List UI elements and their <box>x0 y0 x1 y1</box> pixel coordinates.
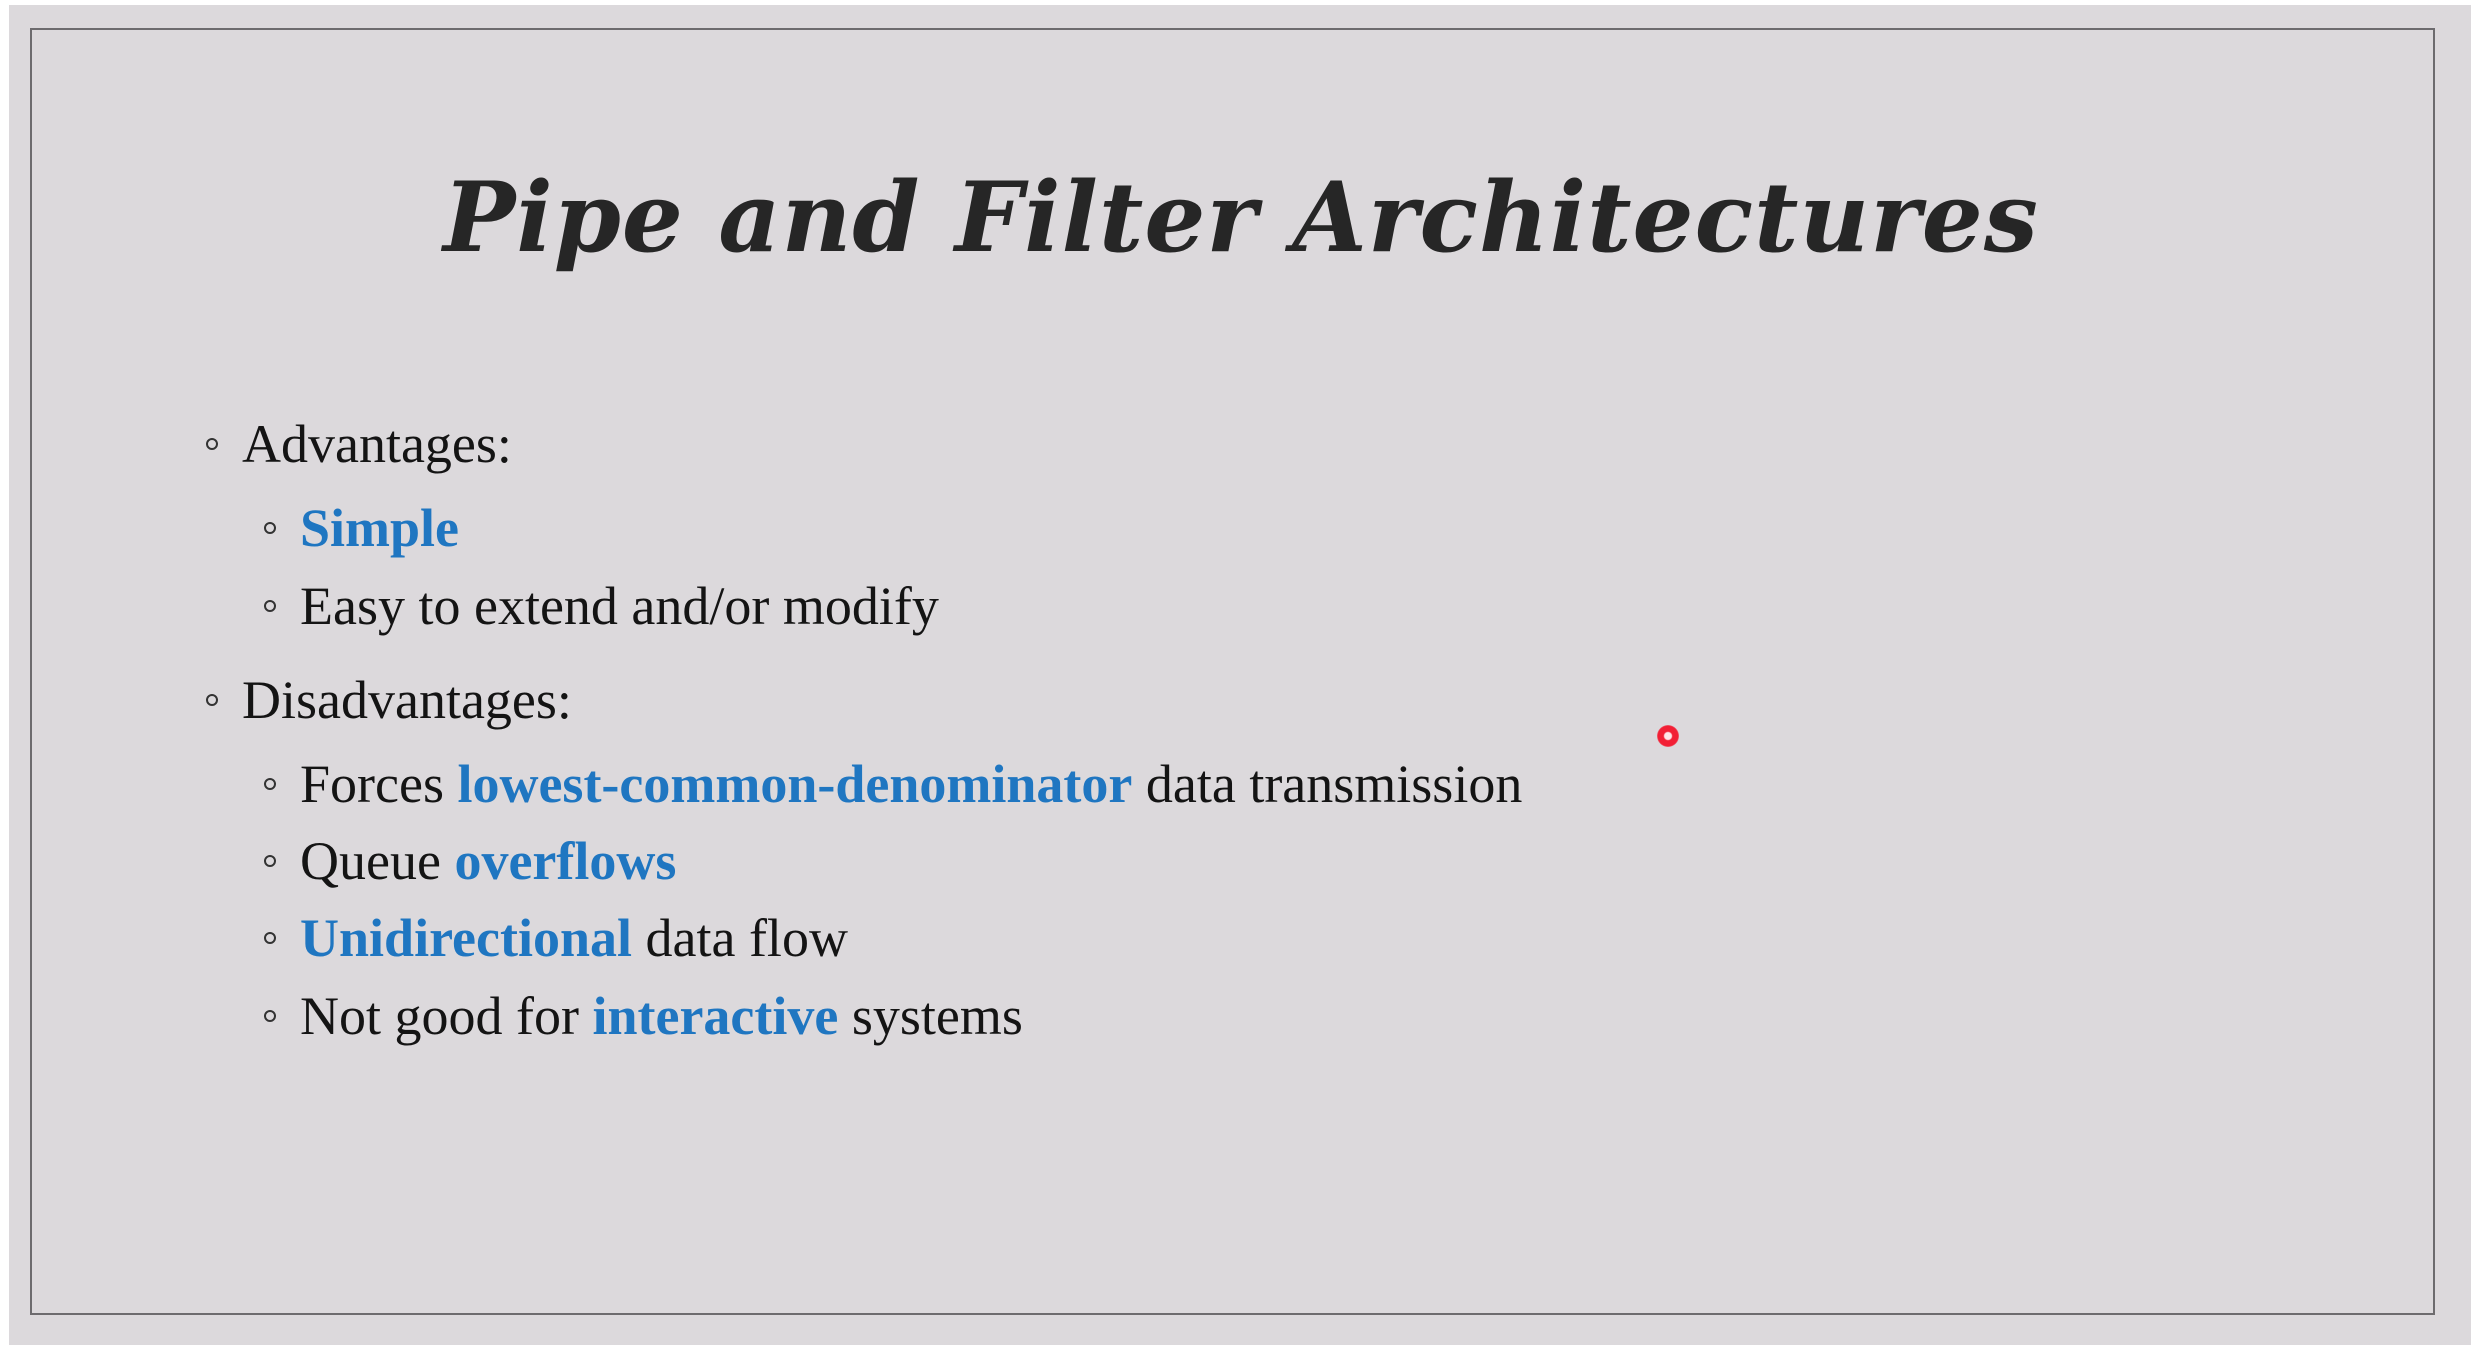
disadvantage-highlight: lowest-common-denominator <box>457 754 1133 814</box>
advantage-item-extend: Easy to extend and/or modify <box>264 574 939 638</box>
disadvantage-item-unidirectional: Unidirectional data flow <box>264 906 848 970</box>
disadvantage-item-queue-overflows: Queue overflows <box>264 829 677 893</box>
advantages-heading-text: Advantages: <box>242 414 512 474</box>
hollow-circle-bullet-icon <box>206 438 218 450</box>
hollow-circle-bullet-icon <box>206 694 218 706</box>
disadvantage-text-after: systems <box>838 986 1023 1046</box>
hollow-circle-bullet-icon <box>264 778 276 790</box>
disadvantage-text-before: Queue <box>300 831 455 891</box>
advantage-item-simple: Simple <box>264 496 460 560</box>
advantage-item-extend-text: Easy to extend and/or modify <box>300 576 939 636</box>
advantages-heading: Advantages: <box>206 412 512 476</box>
disadvantage-text-before: Not good for <box>300 986 593 1046</box>
disadvantage-text-after: data transmission <box>1132 754 1523 814</box>
disadvantage-text-after: data flow <box>632 908 848 968</box>
disadvantage-highlight: interactive <box>592 986 839 1046</box>
hollow-circle-bullet-icon <box>264 1010 276 1022</box>
hollow-circle-bullet-icon <box>264 600 276 612</box>
disadvantage-text-before: Forces <box>300 754 458 814</box>
laser-pointer-icon <box>1657 725 1679 747</box>
disadvantage-highlight: Unidirectional <box>300 908 633 968</box>
hollow-circle-bullet-icon <box>264 855 276 867</box>
disadvantage-item-lowest-common-denominator: Forces lowest-common-denominator data tr… <box>264 752 1523 816</box>
hollow-circle-bullet-icon <box>264 932 276 944</box>
advantage-item-simple-text: Simple <box>300 498 460 558</box>
disadvantage-item-interactive: Not good for interactive systems <box>264 984 1023 1048</box>
disadvantages-heading-text: Disadvantages: <box>242 670 572 730</box>
disadvantage-highlight: overflows <box>454 831 677 891</box>
slide-title: Pipe and Filter Architectures <box>443 161 2039 274</box>
hollow-circle-bullet-icon <box>264 522 276 534</box>
disadvantages-heading: Disadvantages: <box>206 668 572 732</box>
